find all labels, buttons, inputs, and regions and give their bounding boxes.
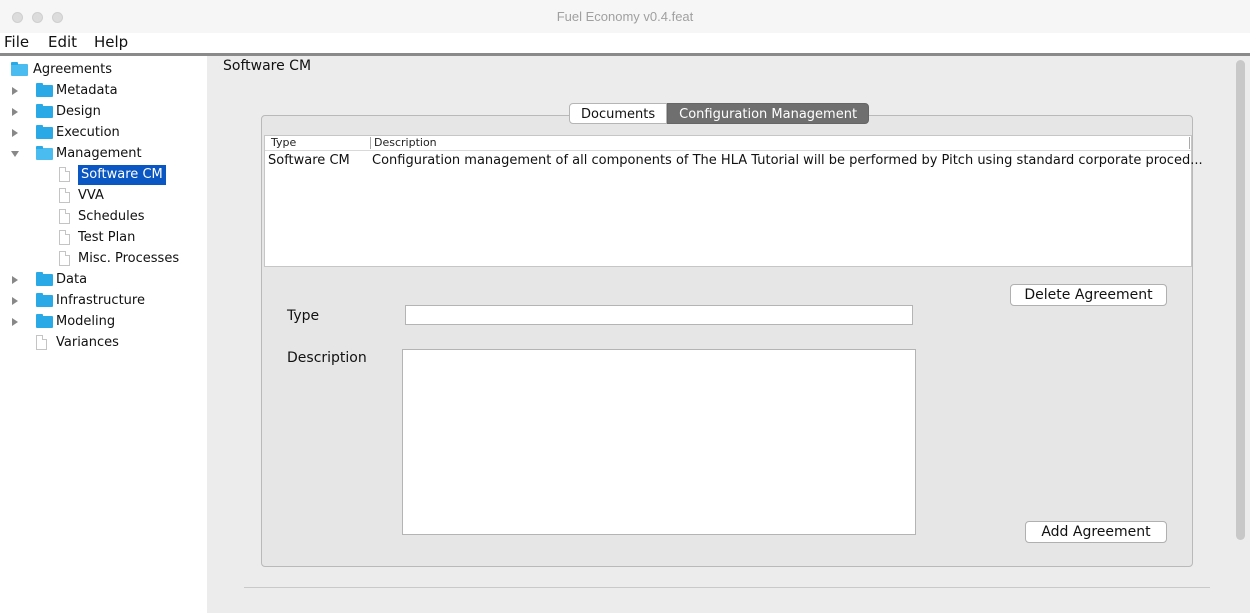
document-icon bbox=[59, 251, 70, 266]
menu-bar: File Edit Help bbox=[0, 33, 1250, 56]
window-title: Fuel Economy v0.4.feat bbox=[556, 9, 694, 24]
expand-arrow-icon[interactable] bbox=[12, 297, 18, 305]
menu-file[interactable]: File bbox=[4, 33, 29, 52]
tree-node-vva[interactable]: VVA bbox=[0, 186, 200, 206]
column-separator[interactable] bbox=[370, 137, 371, 149]
tree-node-misc-processes[interactable]: Misc. Processes bbox=[0, 249, 200, 269]
tree-node-software-cm[interactable]: Software CM bbox=[0, 165, 200, 185]
document-icon bbox=[59, 209, 70, 224]
add-agreement-button[interactable]: Add Agreement bbox=[1025, 521, 1167, 543]
document-icon bbox=[59, 188, 70, 203]
description-textarea[interactable] bbox=[402, 349, 916, 535]
column-separator[interactable] bbox=[1189, 137, 1190, 149]
column-header-description[interactable]: Description bbox=[374, 136, 437, 150]
folder-icon bbox=[36, 293, 53, 307]
tree-node-design[interactable]: Design bbox=[0, 102, 200, 122]
tree-label: Infrastructure bbox=[56, 293, 145, 308]
menu-edit[interactable]: Edit bbox=[48, 33, 77, 52]
tree-label: Execution bbox=[56, 125, 120, 140]
page-title: Software CM bbox=[223, 58, 312, 74]
folder-open-icon bbox=[36, 146, 53, 160]
folder-icon bbox=[36, 104, 53, 118]
folder-icon bbox=[36, 314, 53, 328]
folder-icon bbox=[36, 83, 53, 97]
folder-icon bbox=[36, 125, 53, 139]
folder-icon bbox=[36, 272, 53, 286]
tree-node-modeling[interactable]: Modeling bbox=[0, 312, 200, 332]
tree-label: Modeling bbox=[56, 314, 116, 329]
tree-node-agreements[interactable]: Agreements bbox=[0, 60, 200, 80]
tab-bar: Documents Configuration Management bbox=[569, 103, 870, 124]
tree-node-variances[interactable]: Variances bbox=[0, 333, 200, 353]
tree-label: Management bbox=[56, 146, 142, 161]
tree-node-schedules[interactable]: Schedules bbox=[0, 207, 200, 227]
tree-label: Agreements bbox=[33, 62, 112, 77]
tree-node-metadata[interactable]: Metadata bbox=[0, 81, 200, 101]
type-input[interactable] bbox=[405, 305, 913, 325]
table-cell-type[interactable]: Software CM bbox=[268, 152, 350, 170]
tree-node-data[interactable]: Data bbox=[0, 270, 200, 290]
tree-label: Metadata bbox=[56, 83, 118, 98]
collapse-arrow-icon[interactable] bbox=[11, 151, 19, 157]
tree-label: Test Plan bbox=[78, 230, 136, 245]
tree-label: Design bbox=[56, 104, 101, 119]
vertical-scrollbar[interactable] bbox=[1236, 60, 1245, 540]
expand-arrow-icon[interactable] bbox=[12, 108, 18, 116]
folder-open-icon bbox=[11, 62, 28, 76]
table-cell-description[interactable]: Configuration management of all componen… bbox=[372, 152, 1203, 170]
tab-documents[interactable]: Documents bbox=[569, 103, 668, 124]
tree-node-test-plan[interactable]: Test Plan bbox=[0, 228, 200, 248]
delete-agreement-button[interactable]: Delete Agreement bbox=[1010, 284, 1167, 306]
navigation-tree: Agreements Metadata Design Execution Man… bbox=[0, 56, 208, 613]
description-label: Description bbox=[287, 350, 367, 366]
menu-help[interactable]: Help bbox=[94, 33, 128, 52]
bottom-divider bbox=[244, 587, 1210, 588]
tree-node-infrastructure[interactable]: Infrastructure bbox=[0, 291, 200, 311]
tree-node-execution[interactable]: Execution bbox=[0, 123, 200, 143]
tree-label: VVA bbox=[78, 188, 104, 203]
title-bar: Fuel Economy v0.4.feat bbox=[0, 0, 1250, 34]
expand-arrow-icon[interactable] bbox=[12, 276, 18, 284]
expand-arrow-icon[interactable] bbox=[12, 318, 18, 326]
tab-configuration-management[interactable]: Configuration Management bbox=[667, 103, 870, 124]
tree-label: Schedules bbox=[78, 209, 145, 224]
tree-label: Variances bbox=[56, 335, 119, 350]
tree-label: Misc. Processes bbox=[78, 251, 180, 266]
tree-label: Data bbox=[56, 272, 88, 287]
type-label: Type bbox=[287, 308, 320, 324]
agreements-table[interactable]: Type Description Software CM Configurati… bbox=[264, 135, 1203, 267]
header-divider bbox=[265, 150, 1191, 151]
expand-arrow-icon[interactable] bbox=[12, 87, 18, 95]
document-icon bbox=[36, 335, 47, 350]
tree-label-selected: Software CM bbox=[78, 165, 166, 185]
expand-arrow-icon[interactable] bbox=[12, 129, 18, 137]
tree-node-management[interactable]: Management bbox=[0, 144, 200, 164]
column-header-type[interactable]: Type bbox=[271, 136, 296, 150]
document-icon bbox=[59, 167, 70, 182]
document-icon bbox=[59, 230, 70, 245]
